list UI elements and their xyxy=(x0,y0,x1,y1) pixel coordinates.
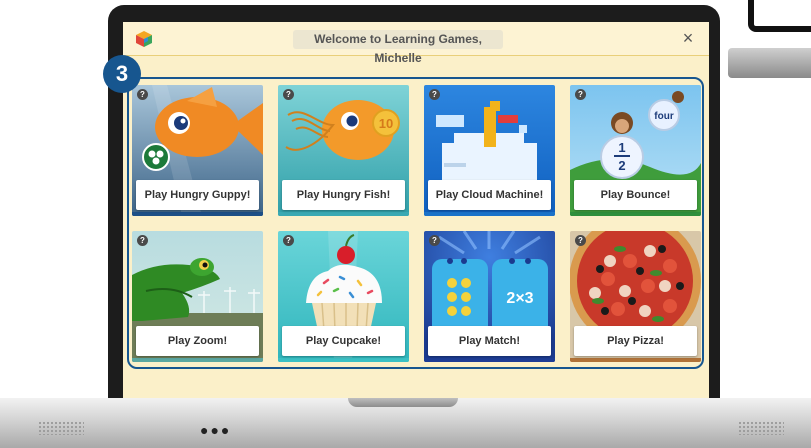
card-stripe xyxy=(424,212,555,216)
window-titlebar: Welcome to Learning Games, Michelle × xyxy=(123,22,709,65)
fraction-numerator: 1 xyxy=(618,140,625,155)
help-icon[interactable]: ? xyxy=(575,89,586,100)
play-cloud-machine-button[interactable]: Play Cloud Machine! xyxy=(428,180,551,210)
play-pizza-button[interactable]: Play Pizza! xyxy=(574,326,697,356)
play-bounce-button[interactable]: Play Bounce! xyxy=(574,180,697,210)
play-hungry-guppy-button[interactable]: Play Hungry Guppy! xyxy=(136,180,259,210)
play-hungry-fish-button[interactable]: Play Hungry Fish! xyxy=(282,180,405,210)
fraction-denominator: 2 xyxy=(618,158,625,173)
help-icon[interactable]: ? xyxy=(137,235,148,246)
game-card-zoom[interactable]: ? Play Zoom! xyxy=(132,231,263,362)
card-stripe xyxy=(132,212,263,216)
help-icon[interactable]: ? xyxy=(575,235,586,246)
game-card-cloud-machine[interactable]: ? Play Cloud Machine! xyxy=(424,85,555,216)
match-expression-text: 2×3 xyxy=(506,290,533,307)
base-dots: ●●● xyxy=(200,422,232,438)
card-stripe xyxy=(424,358,555,362)
step-number-badge: 3 xyxy=(103,55,141,93)
game-card-hungry-guppy[interactable]: ? Play Hungry Guppy! xyxy=(132,85,263,216)
speaker-grille-right xyxy=(738,421,784,435)
bounce-word-text: four xyxy=(654,111,674,122)
game-card-match[interactable]: 2×3 ? Play Match! xyxy=(424,231,555,362)
close-button[interactable]: × xyxy=(677,27,699,49)
background-laptop-screen xyxy=(748,0,811,32)
card-stripe xyxy=(278,358,409,362)
app-cube-icon xyxy=(136,31,152,47)
game-card-cupcake[interactable]: ? Play Cupcake! xyxy=(278,231,409,362)
help-icon[interactable]: ? xyxy=(283,89,294,100)
laptop-notch xyxy=(348,398,458,407)
play-cupcake-button[interactable]: Play Cupcake! xyxy=(282,326,405,356)
game-card-bounce[interactable]: four 1 2 ? Play Bounce! xyxy=(570,85,701,216)
card-stripe xyxy=(132,358,263,362)
game-card-pizza[interactable]: ? Play Pizza! xyxy=(570,231,701,362)
laptop-screen: Welcome to Learning Games, Michelle × ? … xyxy=(123,22,709,398)
help-icon[interactable]: ? xyxy=(137,89,148,100)
fish-number-text: 10 xyxy=(379,116,393,131)
play-match-button[interactable]: Play Match! xyxy=(428,326,551,356)
window-title: Welcome to Learning Games, Michelle xyxy=(293,30,503,65)
card-stripe xyxy=(278,212,409,216)
help-icon[interactable]: ? xyxy=(429,235,440,246)
speaker-grille-left xyxy=(38,421,84,435)
games-panel: ? Play Hungry Guppy! 10 ? Play Hungry Fi… xyxy=(127,77,704,369)
background-laptop-base xyxy=(728,48,811,78)
help-icon[interactable]: ? xyxy=(429,89,440,100)
card-stripe xyxy=(570,358,701,362)
play-zoom-button[interactable]: Play Zoom! xyxy=(136,326,259,356)
card-stripe xyxy=(570,212,701,216)
help-icon[interactable]: ? xyxy=(283,235,294,246)
game-card-hungry-fish[interactable]: 10 ? Play Hungry Fish! xyxy=(278,85,409,216)
